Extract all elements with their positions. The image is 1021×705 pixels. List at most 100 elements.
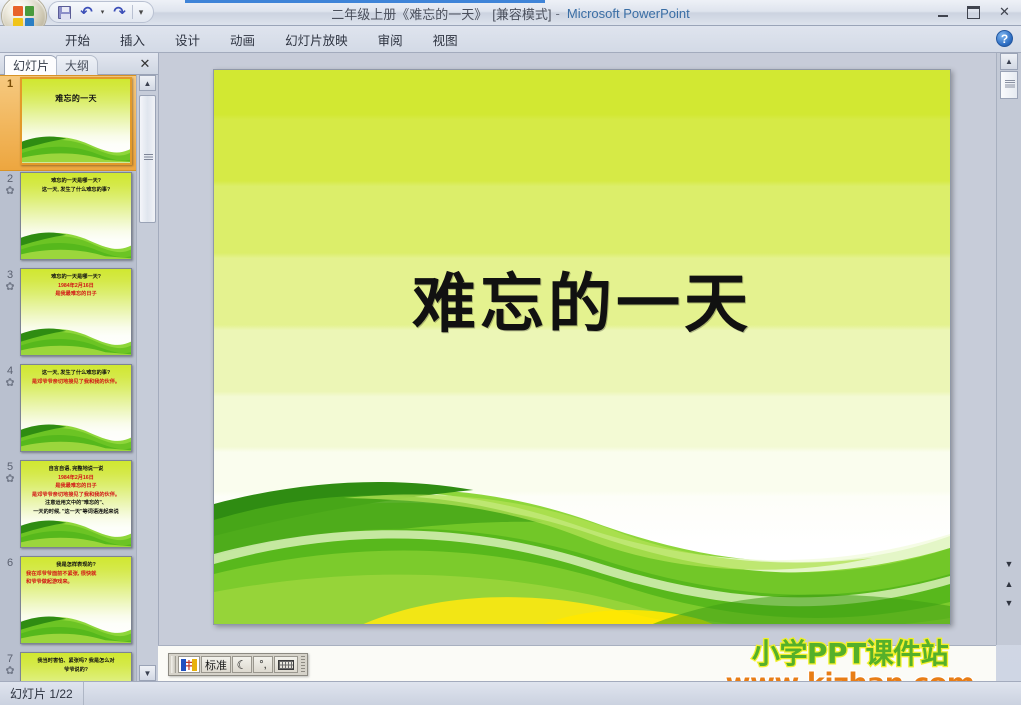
scroll-down-icon[interactable]: ▼ [1000,555,1018,573]
slide-editing-stage: 难忘的一天 [158,53,996,645]
thumbnail-line: 注意运用文中的"难忘的"、 [45,500,107,506]
title-document-name: 二年级上册《难忘的一天》 [331,6,488,22]
ime-halfwidth-icon[interactable]: ☾ [232,656,252,673]
thumbnail-preview[interactable]: 难忘的一天是哪一天? 1984年2月16日 是我最难忘的日子 [20,268,132,356]
ime-logo-icon[interactable]: 中 [178,656,200,673]
slide-thumbnail-6[interactable]: 6 我是怎样表现的? 我在邓爷爷面前不紧张, 很快就 和爷爷做起游戏来。 [0,555,136,651]
thumbnail-number: 1 [6,78,14,90]
thumbnail-line: 一天的时候, "这一天"等词语连起来说 [33,508,119,515]
slide-thumbnail-4[interactable]: 4 ✿ 这一天, 发生了什么难忘的事? 是邓爷爷亲切地接见了我和我的伙伴。 [0,363,136,459]
thumbnail-preview[interactable]: 我是怎样表现的? 我在邓爷爷面前不紧张, 很快就 和爷爷做起游戏来。 [20,556,132,644]
previous-slide-icon[interactable]: ▲ [1000,575,1018,593]
next-slide-icon[interactable]: ▼ [1000,594,1018,612]
tab-slides[interactable]: 幻灯片 [4,55,59,75]
animation-star-icon[interactable]: ✿ [5,378,14,389]
tab-insert[interactable]: 插入 [105,27,160,52]
undo-button[interactable]: ↶ [77,3,96,21]
scrollbar-grip-icon [1005,80,1015,89]
moon-icon: ☾ [236,657,248,672]
slides-outline-panel: 幻灯片 大纲 ✕ 1 难忘的一天 2 ✿ 难忘的一天是哪一天? 这一天, 发生了什么难… [0,53,158,681]
slide-title-text[interactable]: 难忘的一天 [214,253,950,345]
tab-home[interactable]: 开始 [50,27,105,52]
save-button[interactable] [55,3,74,21]
ribbon-tab-bar: 开始 插入 设计 动画 幻灯片放映 审阅 视图 ? [0,26,1021,53]
thumbnail-line: 难忘的一天是哪一天? [51,274,101,280]
restore-button[interactable] [963,3,984,21]
slide-wave-graphic [214,481,950,624]
ime-resize-handle[interactable] [301,656,305,673]
ime-punctuation-icon[interactable]: °, [253,656,273,673]
thumbnail-body-text: 自言自语, 完整地说一说 1984年2月16日 是我最难忘的日子 是邓爷爷亲切地接见了… [26,466,126,515]
scrollbar-grip-icon [144,154,153,161]
thumbnail-gutter: 4 ✿ [0,363,20,455]
scroll-up-icon[interactable]: ▲ [139,75,156,91]
thumbnail-body-text: 这一天, 发生了什么难忘的事? 是邓爷爷亲切地接见了我和我的伙伴。 [26,370,126,385]
thumbnail-gutter: 1 [0,76,20,168]
thumbnail-scrollbar[interactable]: ▲ ▼ [136,75,158,681]
scrollbar-thumb[interactable] [139,95,156,223]
minimize-button[interactable] [932,3,953,21]
tab-animation[interactable]: 动画 [215,27,270,52]
thumbnail-body-text: 我当时害怕、紧张吗? 我是怎么对 爷爷说的? [26,658,126,673]
powerpoint-window: ↶ ▾ ↷ ▾ 二年级上册《难忘的一天》 [兼容模式] - Microsoft … [0,0,1021,705]
thumbnail-line: 我当时害怕、紧张吗? 我是怎么对 [37,658,115,664]
slide-thumbnail-7[interactable]: 7 ✿ 我当时害怕、紧张吗? 我是怎么对 爷爷说的? [0,651,136,681]
animation-star-icon[interactable]: ✿ [5,282,14,293]
notes-area-bar: 中 标准 ☾ °, [158,645,996,681]
thumbnail-line: 是邓爷爷亲切地接见了我和我的伙伴。 [31,491,121,498]
slide-thumbnail-1[interactable]: 1 难忘的一天 [0,75,136,171]
slide-thumbnail-2[interactable]: 2 ✿ 难忘的一天是哪一天? 这一天, 发生了什么难忘的事? [0,171,136,267]
status-bar: 幻灯片 1/22 [0,681,1021,705]
title-compat-mode: [兼容模式] [492,6,552,22]
undo-icon: ↶ [80,3,93,21]
ime-logo-text: 中 [184,661,194,672]
slide-thumbnail-5[interactable]: 5 ✿ 自言自语, 完整地说一说 1984年2月16日 是我最难忘的日子 是邓爷爷亲切地… [0,459,136,555]
close-panel-icon[interactable]: ✕ [137,56,153,72]
scroll-up-icon[interactable]: ▲ [1000,53,1018,70]
thumbnail-body-text: 我是怎样表现的? 我在邓爷爷面前不紧张, 很快就 和爷爷做起游戏来。 [26,562,126,586]
office-logo-quadrant-red [13,6,23,16]
ime-keyboard-button[interactable] [274,656,298,673]
thumbnail-title-text: 难忘的一天 [55,94,97,103]
ime-toolbar[interactable]: 中 标准 ☾ °, [168,653,308,676]
slide-thumbnail-3[interactable]: 3 ✿ 难忘的一天是哪一天? 1984年2月16日 是我最难忘的日子 [0,267,136,363]
customize-qat-button[interactable]: ▾ [136,3,146,21]
thumbnail-gutter: 7 ✿ [0,651,20,681]
redo-icon: ↷ [113,3,126,21]
help-icon[interactable]: ? [996,30,1013,47]
ime-mode-button[interactable]: 标准 [201,656,231,673]
thumbnail-preview[interactable]: 难忘的一天是哪一天? 这一天, 发生了什么难忘的事? [20,172,132,260]
quick-access-toolbar: ↶ ▾ ↷ ▾ [48,1,154,23]
slide-thumbnail-list[interactable]: 1 难忘的一天 2 ✿ 难忘的一天是哪一天? 这一天, 发生了什么难忘的事? 3 ✿ 难忘… [0,75,136,681]
current-slide[interactable]: 难忘的一天 [213,69,951,625]
scroll-down-icon[interactable]: ▼ [139,665,156,681]
scrollbar-thumb[interactable] [1000,71,1018,99]
office-logo-quadrant-green [25,6,34,16]
title-bar-accent [185,0,545,3]
tab-design[interactable]: 设计 [160,27,215,52]
thumbnail-line: 我是怎样表现的? [56,562,96,568]
thumbnail-gutter: 6 [0,555,20,647]
animation-star-icon[interactable]: ✿ [5,666,14,677]
tab-view[interactable]: 视图 [418,27,473,52]
thumbnail-preview[interactable]: 我当时害怕、紧张吗? 我是怎么对 爷爷说的? [20,652,132,681]
animation-star-icon[interactable]: ✿ [5,474,14,485]
redo-button[interactable]: ↷ [110,3,129,21]
save-icon [58,5,71,20]
thumbnail-line: 自言自语, 完整地说一说 [48,466,104,472]
thumbnail-gutter: 3 ✿ [0,267,20,359]
ime-drag-handle[interactable] [171,656,176,673]
tab-outline[interactable]: 大纲 [56,55,99,75]
close-button[interactable]: ✕ [994,3,1015,21]
thumbnail-preview[interactable]: 这一天, 发生了什么难忘的事? 是邓爷爷亲切地接见了我和我的伙伴。 [20,364,132,452]
thumbnail-line: 爷爷说的? [64,666,88,673]
slide-scrollbar[interactable]: ▲ ▼ ▲ ▼ [996,53,1021,645]
thumbnail-preview[interactable]: 自言自语, 完整地说一说 1984年2月16日 是我最难忘的日子 是邓爷爷亲切地接见了… [20,460,132,548]
tab-review[interactable]: 审阅 [363,27,418,52]
tab-slideshow[interactable]: 幻灯片放映 [270,27,363,52]
window-controls: ✕ [932,3,1015,21]
undo-dropdown-button[interactable]: ▾ [99,3,107,21]
keyboard-icon [278,659,294,670]
animation-star-icon[interactable]: ✿ [5,186,14,197]
thumbnail-preview[interactable]: 难忘的一天 [20,77,132,165]
